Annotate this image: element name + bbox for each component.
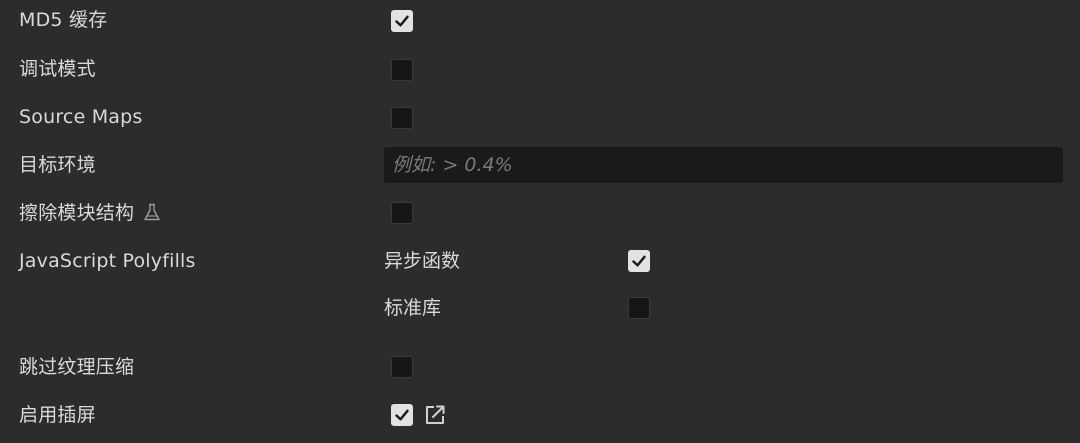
check-icon xyxy=(395,409,409,421)
debug-mode-checkbox[interactable] xyxy=(391,59,413,81)
polyfills-label: JavaScript Polyfills xyxy=(19,250,196,272)
skip-texture-compression-label: 跳过纹理压缩 xyxy=(19,356,135,378)
core-js-checkbox[interactable] xyxy=(628,297,650,319)
core-js-label: 标准库 xyxy=(384,297,442,319)
source-maps-checkbox[interactable] xyxy=(391,107,413,129)
check-icon xyxy=(632,255,646,267)
async-functions-label: 异步函数 xyxy=(384,250,461,272)
debug-mode-label: 调试模式 xyxy=(19,58,96,80)
source-maps-label: Source Maps xyxy=(19,106,143,128)
target-env-label: 目标环境 xyxy=(19,154,96,176)
target-env-field-wrapper xyxy=(384,147,1063,183)
async-functions-checkbox[interactable] xyxy=(628,250,650,272)
erase-module-structure-text: 擦除模块结构 xyxy=(19,202,135,224)
md5-cache-label: MD5 缓存 xyxy=(19,9,108,31)
enable-splash-screen-label: 启用插屏 xyxy=(19,404,96,426)
edit-icon[interactable] xyxy=(423,403,447,427)
check-icon xyxy=(395,15,409,27)
target-env-input[interactable] xyxy=(385,148,1062,182)
md5-cache-checkbox[interactable] xyxy=(391,10,413,32)
skip-texture-compression-checkbox[interactable] xyxy=(391,356,413,378)
flask-icon xyxy=(144,203,161,221)
erase-module-structure-checkbox[interactable] xyxy=(391,202,413,224)
enable-splash-screen-checkbox[interactable] xyxy=(391,404,413,426)
erase-module-structure-label: 擦除模块结构 xyxy=(19,201,162,225)
